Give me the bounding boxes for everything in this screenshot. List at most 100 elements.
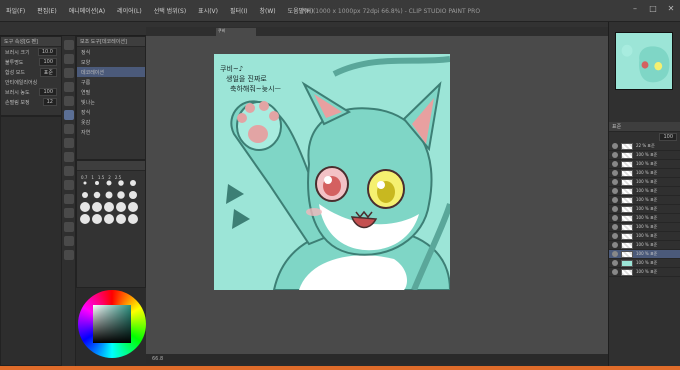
decoration-tool-icon[interactable] (64, 166, 74, 176)
eye-icon[interactable] (612, 197, 618, 203)
layer-item[interactable]: 22 % 표준 (609, 142, 680, 151)
artwork-canvas[interactable]: 쿠비~♪ 생일을 진짜로 축하해줘~늦시ㅡ (214, 54, 450, 290)
subtool-item[interactable]: 자연 (77, 127, 145, 137)
layer-opacity[interactable]: 100 (659, 133, 677, 141)
text-tool-icon[interactable] (64, 250, 74, 260)
eye-icon[interactable] (612, 215, 618, 221)
prop-value[interactable]: 12 (42, 98, 57, 106)
layer-item[interactable]: 100 % 표준 (609, 151, 680, 160)
eye-icon[interactable] (612, 152, 618, 158)
brush-dot[interactable] (105, 191, 113, 199)
layer-item[interactable]: 100 % 표준 (609, 268, 680, 277)
brush-tool-icon[interactable] (64, 138, 74, 148)
brush-dot[interactable] (92, 202, 102, 212)
brush-dot[interactable] (106, 180, 112, 186)
layer-item[interactable]: 100 % 표준 (609, 223, 680, 232)
brush-dot[interactable] (116, 214, 126, 224)
brush-dot[interactable] (104, 214, 114, 224)
eye-icon[interactable] (612, 143, 618, 149)
prop-value[interactable]: 표준 (39, 67, 57, 77)
eye-icon[interactable] (612, 251, 618, 257)
tab-canvas[interactable]: 쿠비 (216, 28, 256, 36)
brush-dot[interactable] (80, 214, 90, 224)
minimize-icon[interactable]: – (630, 4, 640, 14)
prop-row[interactable]: 불투명도 100 (1, 57, 61, 67)
eyedropper-tool-icon[interactable] (64, 96, 74, 106)
layer-item[interactable]: 100 % 표준 (609, 160, 680, 169)
brush-dot[interactable] (128, 202, 138, 212)
brush-dot[interactable] (82, 192, 88, 198)
layer-item-selected[interactable]: 100 % 표준 (609, 250, 680, 259)
subtool-item[interactable]: 정식 (77, 47, 145, 57)
layer-item[interactable]: 100 % 표준 (609, 232, 680, 241)
zoom-tool-icon[interactable] (64, 40, 74, 50)
prop-value[interactable]: 10.0 (37, 48, 57, 56)
eye-icon[interactable] (612, 224, 618, 230)
brush-dot[interactable] (116, 202, 126, 212)
subtool-item[interactable]: 데코레이션 (77, 67, 145, 77)
brush-dot[interactable] (83, 181, 87, 185)
zoom-level[interactable]: 66.8 (152, 356, 163, 362)
layer-item[interactable]: 100 % 표준 (609, 205, 680, 214)
eye-icon[interactable] (612, 188, 618, 194)
brush-dot[interactable] (129, 191, 137, 199)
canvas-area[interactable]: 쿠비~♪ 생일을 진짜로 축하해줘~늦시ㅡ (146, 36, 608, 354)
eye-icon[interactable] (612, 269, 618, 275)
menu-file[interactable]: 파일(F) (0, 6, 31, 15)
gradient-tool-icon[interactable] (64, 222, 74, 232)
move-tool-icon[interactable] (64, 54, 74, 64)
select-tool-icon[interactable] (64, 68, 74, 78)
eye-icon[interactable] (612, 233, 618, 239)
blend-tool-icon[interactable] (64, 194, 74, 204)
brush-dot[interactable] (80, 202, 90, 212)
brush-dot[interactable] (130, 180, 136, 186)
subtool-item[interactable]: 모양 (77, 57, 145, 67)
layer-item[interactable]: 100 % 표준 (609, 214, 680, 223)
eye-icon[interactable] (612, 242, 618, 248)
layer-item[interactable]: 100 % 표준 (609, 259, 680, 268)
menu-select[interactable]: 선택 범위(S) (148, 6, 192, 15)
layer-item[interactable]: 100 % 표준 (609, 169, 680, 178)
menu-layer[interactable]: 레이어(L) (111, 6, 148, 15)
prop-value[interactable]: 100 (39, 58, 57, 66)
prop-row[interactable]: 합성 모드 표준 (1, 67, 61, 77)
brush-dot[interactable] (93, 191, 101, 199)
prop-row[interactable]: 브러시 크기 10.0 (1, 47, 61, 57)
subtool-item[interactable]: 구름 (77, 77, 145, 87)
layer-item[interactable]: 100 % 표준 (609, 241, 680, 250)
brush-dot[interactable] (118, 180, 124, 186)
subtool-item[interactable]: 장식 (77, 107, 145, 117)
maximize-icon[interactable]: □ (648, 4, 658, 14)
menu-animation[interactable]: 애니메이션(A) (63, 6, 111, 15)
eye-icon[interactable] (612, 161, 618, 167)
prop-row[interactable]: 안티에일리어싱 (1, 77, 61, 87)
eye-icon[interactable] (612, 170, 618, 176)
prop-value[interactable]: 100 (39, 88, 57, 96)
wand-tool-icon[interactable] (64, 82, 74, 92)
close-icon[interactable]: ✕ (666, 4, 676, 14)
layer-item[interactable]: 100 % 표준 (609, 178, 680, 187)
pen-tool-icon[interactable] (64, 110, 74, 120)
brush-dot[interactable] (92, 214, 102, 224)
navigator-thumbnail[interactable] (615, 32, 673, 90)
eye-icon[interactable] (612, 206, 618, 212)
layer-item[interactable]: 100 % 표준 (609, 187, 680, 196)
eraser-tool-icon[interactable] (64, 180, 74, 190)
brush-dot[interactable] (95, 181, 99, 185)
subtool-item[interactable]: 빛나는 (77, 97, 145, 107)
figure-tool-icon[interactable] (64, 236, 74, 246)
menu-view[interactable]: 표시(V) (192, 6, 224, 15)
prop-row[interactable]: 손떨림 보정 12 (1, 97, 61, 107)
brush-dot[interactable] (117, 191, 125, 199)
eye-icon[interactable] (612, 260, 618, 266)
color-square[interactable] (93, 305, 131, 343)
brush-dot[interactable] (128, 214, 138, 224)
subtool-item[interactable]: 연필 (77, 87, 145, 97)
airbrush-tool-icon[interactable] (64, 152, 74, 162)
brush-dot[interactable] (104, 202, 114, 212)
layer-item[interactable]: 100 % 표준 (609, 196, 680, 205)
menu-edit[interactable]: 편집(E) (31, 6, 63, 15)
prop-row[interactable]: 브러시 농도 100 (1, 87, 61, 97)
eye-icon[interactable] (612, 179, 618, 185)
menu-window[interactable]: 창(W) (254, 6, 282, 15)
